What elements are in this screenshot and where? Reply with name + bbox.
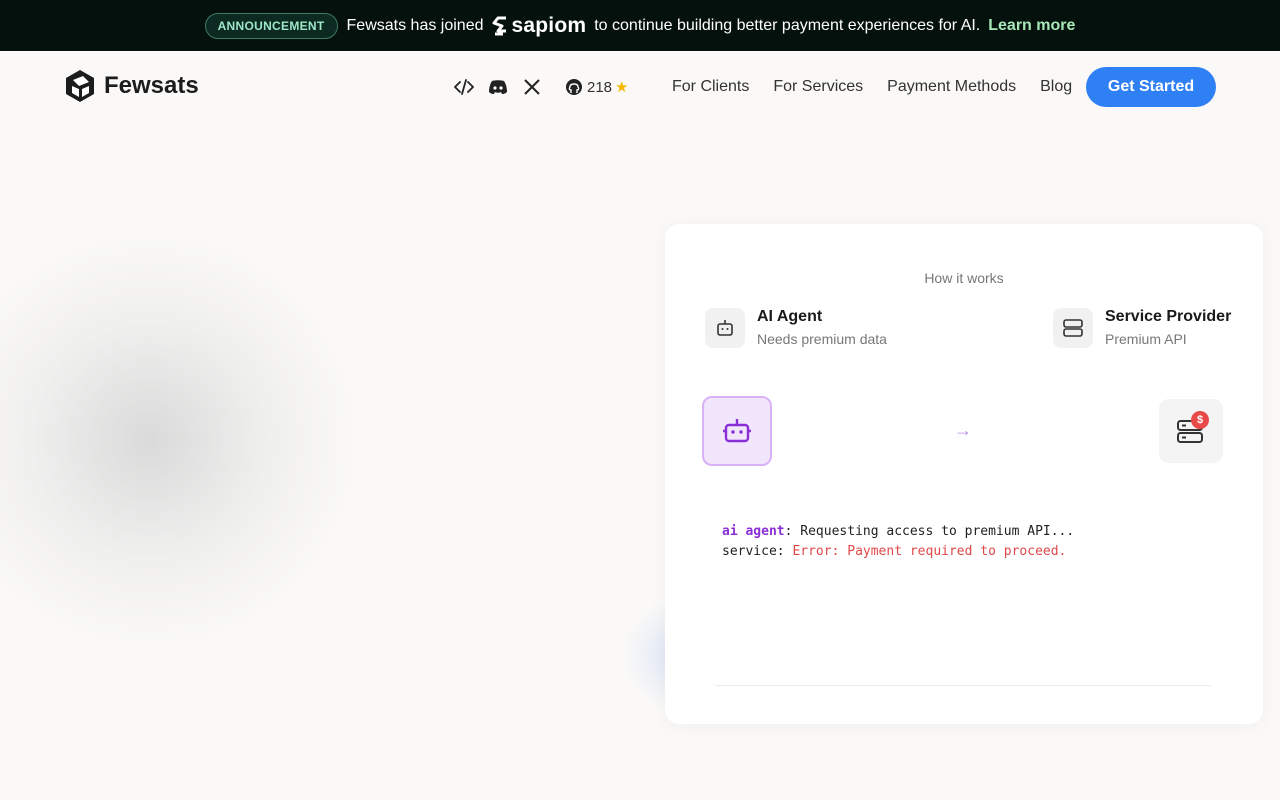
agent-party: AI Agent Needs premium data [705,307,887,349]
announcement-text-after: to continue building better payment expe… [594,16,981,34]
github-stars[interactable]: 218 ★ [565,78,628,96]
provider-name: Service Provider [1105,308,1232,325]
log-message: Requesting access to premium API... [792,524,1075,539]
log-line: ai agent: Requesting access to premium A… [722,522,1222,542]
github-icon [566,79,582,95]
site-header: Fewsats 218 ★ For Clients For Services P… [0,51,1280,125]
brand-logo[interactable]: Fewsats [63,68,199,104]
discord-icon[interactable] [487,77,509,97]
provider-party: Service Provider Premium API [1053,307,1231,349]
log-line: service: Error: Payment required to proc… [722,542,1222,562]
star-icon: ★ [615,79,629,96]
provider-node: $ [1159,399,1223,463]
sapiom-wordmark: sapiom [511,13,587,37]
log-separator: : [776,544,785,559]
github-star-count: 218 [587,78,613,96]
nav-for-services[interactable]: For Services [773,78,863,96]
provider-desc: Premium API [1105,331,1187,347]
message-log: ai agent: Requesting access to premium A… [722,522,1222,562]
robot-icon [705,308,745,348]
announcement-text-before: Fewsats has joined [346,16,484,34]
agent-name: AI Agent [757,308,823,325]
log-message: Error: Payment required to proceed. [784,544,1067,559]
card-heading: How it works [924,270,1004,286]
fewsats-logo-icon [66,70,94,102]
brand-name: Fewsats [104,72,199,99]
sapiom-mark-icon [492,16,506,35]
background-blur [0,230,360,650]
log-sender: ai agent [722,524,785,539]
payment-badge: $ [1191,411,1209,429]
agent-node [702,396,772,466]
main-nav: For Clients For Services Payment Methods… [672,78,1096,96]
nav-for-clients[interactable]: For Clients [672,78,749,96]
nav-payment-methods[interactable]: Payment Methods [887,78,1016,96]
robot-icon [723,419,751,443]
card-divider [715,685,1211,686]
social-icons: 218 ★ [453,77,628,97]
sapiom-logo: sapiom [492,14,587,38]
log-sender: service [722,544,777,559]
code-icon[interactable] [453,77,475,97]
learn-more-link[interactable]: Learn more [988,17,1075,35]
announcement-bar: ANNOUNCEMENT Fewsats has joined sapiom t… [0,0,1280,51]
how-it-works-card: How it works AI Agent Needs premium data… [665,224,1263,724]
arrow-right-icon: → [954,420,972,440]
agent-desc: Needs premium data [757,331,887,347]
announcement-badge: ANNOUNCEMENT [204,12,338,39]
get-started-button[interactable]: Get Started [1086,67,1216,107]
nav-blog[interactable]: Blog [1040,78,1072,96]
server-icon [1053,308,1093,348]
x-icon[interactable] [521,77,543,97]
